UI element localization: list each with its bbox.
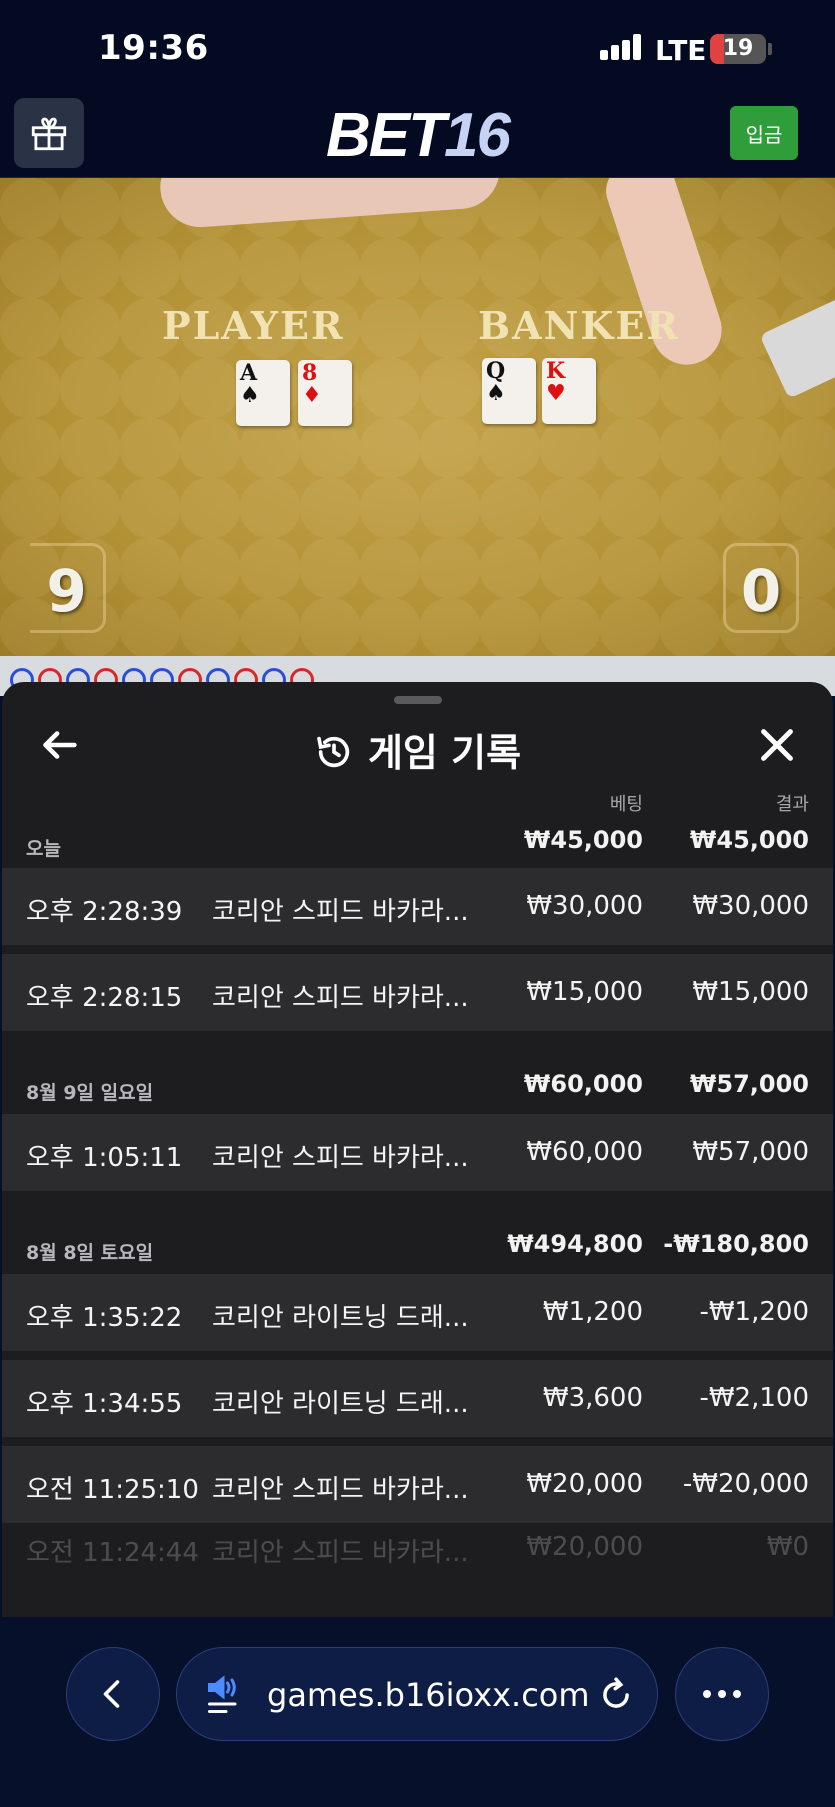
history-row[interactable]: 오후 1:34:55 코리안 라이트닝 드래... ₩3,600 -₩2,100 [2, 1360, 833, 1437]
history-row[interactable]: 오후 1:05:11 코리안 스피드 바카라... ₩60,000 ₩57,00… [2, 1114, 833, 1191]
logo-text-main: BET [326, 101, 446, 170]
row-bet: ₩20,000 [526, 1469, 643, 1499]
row-result: ₩57,000 [692, 1137, 809, 1167]
browser-toolbar: games.b16ioxx.com [0, 1617, 835, 1807]
row-time: 오후 2:28:39 [26, 897, 183, 927]
row-bet: ₩15,000 [526, 977, 643, 1007]
speaker-icon[interactable] [205, 1670, 241, 1720]
network-label: LTE [655, 34, 707, 67]
group-result-total: -₩180,800 [663, 1230, 809, 1258]
group-date: 8월 8일 토요일 [26, 1242, 154, 1264]
banker-label: BANKER [478, 303, 680, 348]
row-bet: ₩60,000 [526, 1137, 643, 1167]
url-text[interactable]: games.b16ioxx.com [267, 1676, 590, 1714]
battery-tip [768, 43, 772, 55]
player-card-1: A ♠ [236, 360, 290, 426]
row-result: -₩2,100 [699, 1383, 809, 1413]
signal-icon [600, 34, 644, 60]
row-game: 코리안 스피드 바카라... [212, 897, 469, 927]
battery-icon: 19 [710, 34, 766, 64]
battery-level: 19 [722, 36, 754, 61]
banker-score: 0 [723, 543, 799, 633]
row-game: 코리안 스피드 바카라... [212, 1475, 469, 1505]
column-header-bet: 베팅 [609, 794, 643, 815]
sheet-title-text: 게임 기록 [367, 731, 522, 775]
row-game: 코리안 라이트닝 드래... [212, 1303, 469, 1333]
banker-card-1: Q ♠ [482, 358, 536, 424]
row-game: 코리안 라이트닝 드래... [212, 1389, 469, 1419]
group-date: 오늘 [26, 838, 61, 860]
chevron-left-icon [103, 1680, 120, 1708]
group-date: 8월 9일 일요일 [26, 1082, 154, 1104]
more-icon [703, 1690, 711, 1698]
row-time: 오후 1:34:55 [26, 1389, 183, 1419]
logo-text-number: 16 [444, 101, 511, 170]
sheet-title: 게임 기록 [2, 722, 833, 777]
row-result: ₩15,000 [692, 977, 809, 1007]
status-time: 19:36 [98, 28, 209, 68]
app-header: BET16 입금 [0, 90, 835, 178]
address-bar[interactable]: games.b16ioxx.com [176, 1647, 658, 1741]
row-game: 코리안 스피드 바카라... [212, 983, 469, 1013]
history-row[interactable]: 오후 2:28:39 코리안 스피드 바카라... ₩30,000 ₩30,00… [2, 868, 833, 945]
column-header-result: 결과 [775, 794, 809, 815]
group-bet-total: ₩45,000 [523, 826, 643, 854]
row-bet: ₩30,000 [526, 891, 643, 921]
browser-back-button[interactable] [66, 1647, 160, 1741]
player-card-2: 8 ♦ [298, 360, 352, 426]
game-history-sheet: 게임 기록 베팅 결과 오늘 ₩45,000 ₩45,000 오후 2:28:3… [2, 682, 833, 1617]
date-group-header: 8월 8일 토요일 ₩494,800 -₩180,800 [2, 1226, 833, 1266]
brand-logo: BET16 [0, 100, 835, 171]
row-bet: ₩1,200 [542, 1297, 643, 1327]
group-bet-total: ₩60,000 [523, 1070, 643, 1098]
row-time: 오후 2:28:15 [26, 983, 183, 1013]
group-bet-total: ₩494,800 [507, 1230, 643, 1258]
history-row[interactable]: 오후 2:28:15 코리안 스피드 바카라... ₩15,000 ₩15,00… [2, 954, 833, 1031]
row-time: 오후 1:05:11 [26, 1143, 183, 1173]
reload-icon[interactable] [597, 1676, 635, 1714]
row-bet: ₩3,600 [542, 1383, 643, 1413]
row-time: 오후 1:35:22 [26, 1303, 183, 1333]
player-label: PLAYER [162, 303, 345, 348]
date-group-header: 8월 9일 일요일 ₩60,000 ₩57,000 [2, 1066, 833, 1106]
group-result-total: ₩57,000 [689, 1070, 809, 1098]
row-result: -₩20,000 [682, 1469, 809, 1499]
deposit-button[interactable]: 입금 [730, 106, 798, 160]
group-result-total: ₩45,000 [689, 826, 809, 854]
sheet-drag-handle[interactable] [394, 696, 442, 704]
history-row[interactable]: 오전 11:25:10 코리안 스피드 바카라... ₩20,000 -₩20,… [2, 1446, 833, 1523]
history-row[interactable]: 오후 1:35:22 코리안 라이트닝 드래... ₩1,200 -₩1,200 [2, 1274, 833, 1351]
close-icon[interactable] [754, 722, 800, 768]
row-game: 코리안 스피드 바카라... [212, 1143, 469, 1173]
live-game-video: PLAYER BANKER A ♠ 8 ♦ Q ♠ K ♥ 9 0 [0, 178, 835, 656]
row-result: -₩1,200 [699, 1297, 809, 1327]
more-options-button[interactable] [675, 1647, 769, 1741]
date-group-header: 오늘 ₩45,000 ₩45,000 [2, 822, 833, 862]
banker-card-2: K ♥ [542, 358, 596, 424]
status-bar: 19:36 LTE 19 [0, 0, 835, 90]
row-result: ₩30,000 [692, 891, 809, 921]
row-time: 오전 11:25:10 [26, 1475, 199, 1505]
history-icon [317, 736, 350, 768]
player-score: 9 [30, 543, 106, 633]
